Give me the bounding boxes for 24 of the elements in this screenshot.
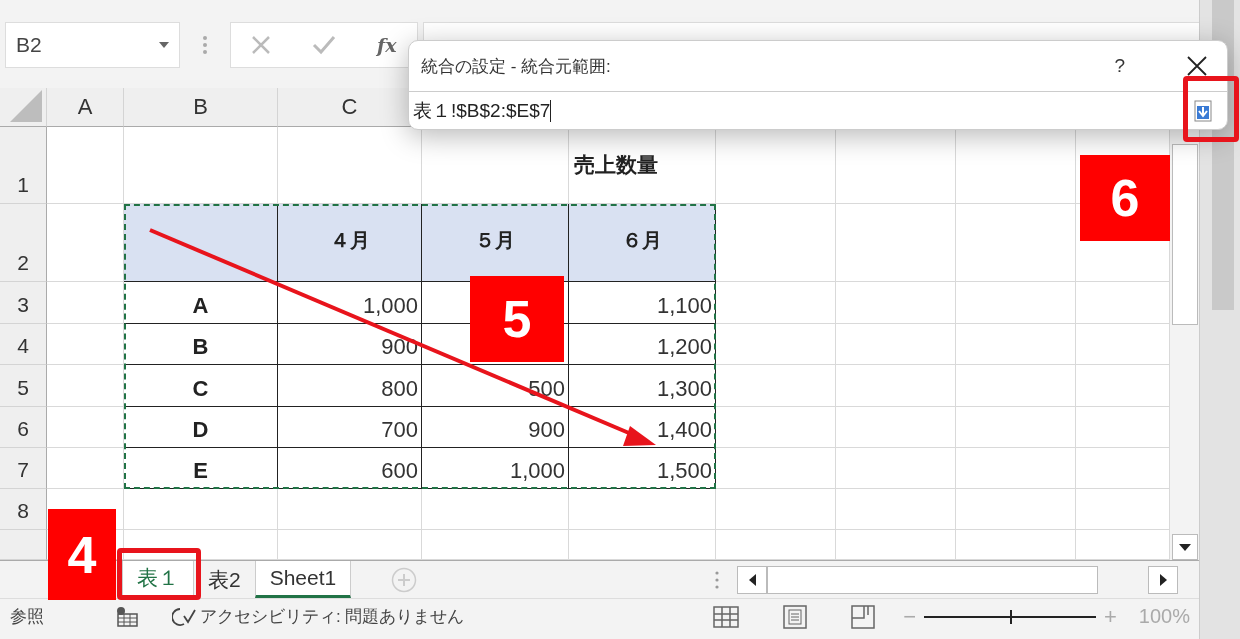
status-mode: 参照 <box>10 606 44 628</box>
table-cell: A <box>124 282 278 324</box>
step-badge: 4 <box>48 509 116 600</box>
table-cell: 1,500 <box>569 448 716 489</box>
table-cell: 1,300 <box>569 365 716 407</box>
table-cell: D <box>124 407 278 448</box>
step-badge: 6 <box>1080 155 1170 241</box>
table-cell: E <box>124 448 278 489</box>
table-cell: 1,000 <box>278 282 422 324</box>
table-cell: 900 <box>422 407 569 448</box>
table-cell: 600 <box>278 448 422 489</box>
table-cell: ５月 <box>422 204 569 282</box>
table-cell: ６月 <box>569 204 716 282</box>
table-cell: 1,200 <box>569 324 716 365</box>
dialog-title: 統合の設定 - 統合元範囲: <box>421 55 612 78</box>
table-cell: 1,100 <box>569 282 716 324</box>
table-cell: 700 <box>278 407 422 448</box>
table-cell: C <box>124 365 278 407</box>
table-cell: 500 <box>422 365 569 407</box>
table-cell: 1,000 <box>422 448 569 489</box>
table-cell: ４月 <box>278 204 422 282</box>
step-badge: 5 <box>470 276 564 362</box>
table-cell: 800 <box>278 365 422 407</box>
table-cell: B <box>124 324 278 365</box>
